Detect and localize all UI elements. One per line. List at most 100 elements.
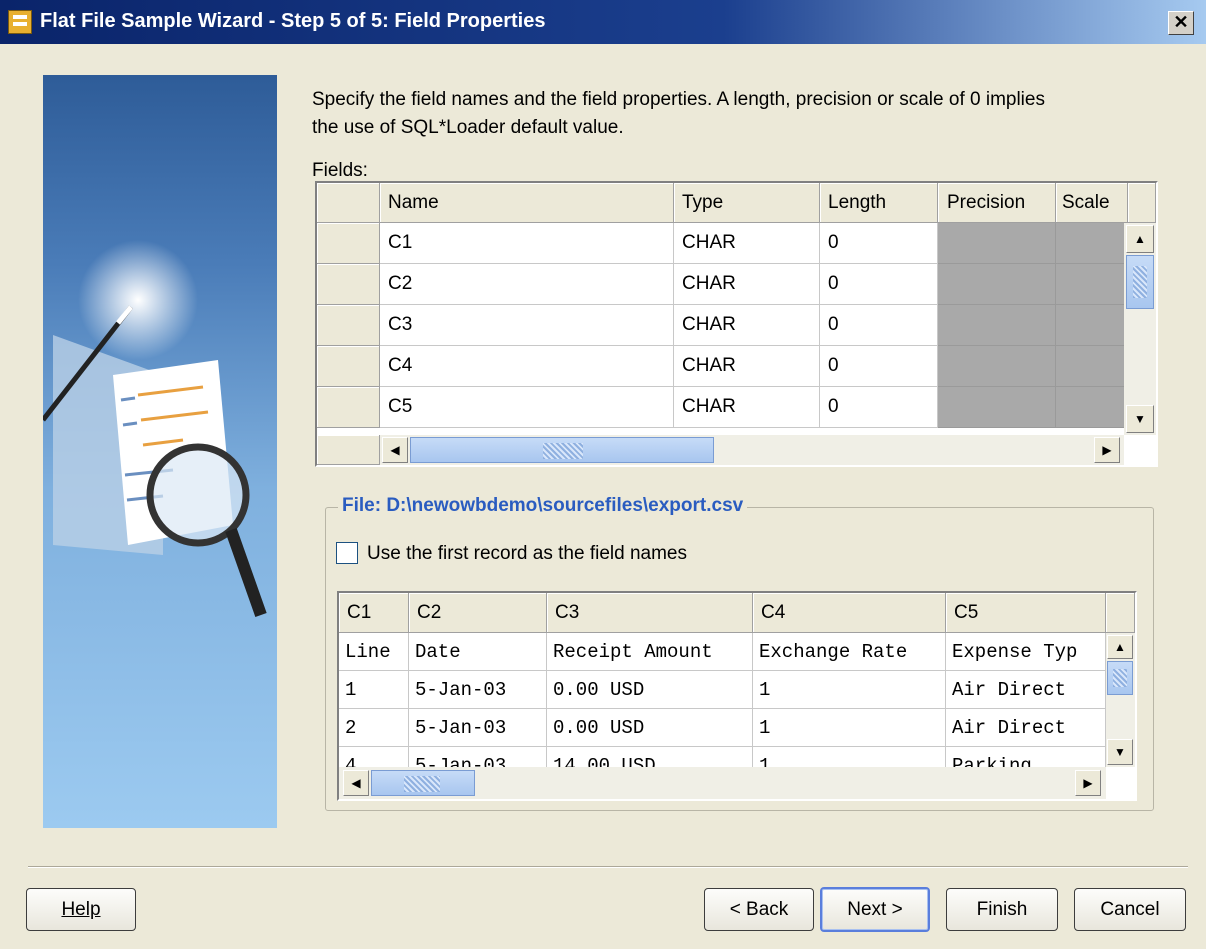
sample-cell[interactable]: Date (409, 633, 547, 671)
field-length-cell[interactable]: 0 (820, 223, 938, 264)
fields-horizontal-scrollbar[interactable]: ◀ ▶ (380, 435, 1124, 465)
field-name-cell[interactable]: C1 (380, 223, 674, 264)
field-scale-cell (1056, 346, 1124, 387)
scroll-down-button[interactable]: ▼ (1126, 405, 1154, 433)
column-header-length[interactable]: Length (820, 183, 938, 223)
field-precision-cell (938, 387, 1056, 428)
fields-vertical-scrollbar[interactable]: ▲ ▼ (1124, 223, 1156, 435)
sample-cell[interactable]: Receipt Amount (547, 633, 753, 671)
help-button[interactable]: Help (26, 888, 136, 931)
arrow-down-icon: ▼ (1114, 745, 1126, 759)
sample-cell[interactable]: 5-Jan-03 (409, 747, 547, 767)
sample-cell[interactable]: 1 (753, 709, 946, 747)
sample-cell[interactable]: 4 (339, 747, 409, 767)
sample-cell[interactable]: 1 (339, 671, 409, 709)
row-header-partial (317, 435, 380, 465)
field-type-cell[interactable]: CHAR (674, 346, 820, 387)
field-length-cell[interactable]: 0 (820, 387, 938, 428)
arrow-up-icon: ▲ (1114, 640, 1126, 654)
field-type-cell[interactable]: CHAR (674, 387, 820, 428)
back-button[interactable]: < Back (704, 888, 814, 931)
sample-cell[interactable]: Parking (946, 747, 1106, 767)
horizontal-scroll-thumb[interactable] (410, 437, 714, 463)
field-length-cell[interactable]: 0 (820, 346, 938, 387)
arrow-left-icon: ◀ (390, 443, 400, 457)
sample-cell[interactable]: 5-Jan-03 (409, 671, 547, 709)
close-button[interactable]: ✕ (1168, 11, 1194, 35)
field-length-cell[interactable]: 0 (820, 305, 938, 346)
row-header[interactable] (317, 387, 380, 428)
sample-cell[interactable]: 14.00 USD (547, 747, 753, 767)
field-type-cell[interactable]: CHAR (674, 223, 820, 264)
sample-cell[interactable]: 1 (753, 747, 946, 767)
field-precision-cell (938, 305, 1056, 346)
row-header[interactable] (317, 264, 380, 305)
sample-cell[interactable]: Line (339, 633, 409, 671)
scroll-up-button[interactable]: ▲ (1126, 225, 1154, 253)
sample-horizontal-scrollbar[interactable]: ◀ ▶ (339, 767, 1106, 799)
column-header-scale[interactable]: Scale (1056, 183, 1128, 223)
sample-column-header[interactable]: C4 (753, 593, 946, 633)
sample-column-header[interactable]: C3 (547, 593, 753, 633)
instructions-line-2: the use of SQL*Loader default value. (312, 117, 624, 138)
sample-cell[interactable]: 5-Jan-03 (409, 709, 547, 747)
arrow-up-icon: ▲ (1134, 232, 1146, 246)
row-header[interactable] (317, 346, 380, 387)
sample-cell[interactable]: Exchange Rate (753, 633, 946, 671)
fields-table[interactable]: Name Type Length Precision Scale C1 CHAR… (315, 181, 1158, 467)
field-scale-cell (1056, 305, 1124, 346)
thumb-grip-icon (543, 443, 583, 459)
scroll-down-button[interactable]: ▼ (1107, 739, 1133, 765)
finish-button[interactable]: Finish (946, 888, 1058, 931)
field-name-cell[interactable]: C5 (380, 387, 674, 428)
field-scale-cell (1056, 387, 1124, 428)
sample-cell[interactable]: 0.00 USD (547, 671, 753, 709)
field-length-cell[interactable]: 0 (820, 264, 938, 305)
scroll-right-button[interactable]: ▶ (1094, 437, 1120, 463)
help-button-label: Help (61, 899, 101, 920)
footer-separator (28, 866, 1188, 868)
file-group-title: File: D:\newowbdemo\sourcefiles\export.c… (338, 495, 748, 517)
fields-corner-header (317, 183, 380, 223)
arrow-right-icon: ▶ (1083, 776, 1093, 790)
scroll-up-button[interactable]: ▲ (1107, 635, 1133, 659)
thumb-grip-icon (1113, 669, 1127, 687)
cancel-button[interactable]: Cancel (1074, 888, 1186, 931)
sample-cell[interactable]: Air Direct (946, 671, 1106, 709)
column-header-name[interactable]: Name (380, 183, 674, 223)
sample-cell[interactable]: Expense Typ (946, 633, 1106, 671)
field-name-cell[interactable]: C2 (380, 264, 674, 305)
scroll-left-button[interactable]: ◀ (382, 437, 408, 463)
wizard-app-icon (8, 10, 32, 34)
sample-cell[interactable]: Air Direct (946, 709, 1106, 747)
sample-cell[interactable]: 1 (753, 671, 946, 709)
row-header[interactable] (317, 223, 380, 264)
row-header[interactable] (317, 305, 380, 346)
sample-cell[interactable]: 0.00 USD (547, 709, 753, 747)
sample-vertical-scrollbar[interactable]: ▲ ▼ (1106, 633, 1135, 767)
column-header-precision[interactable]: Precision (938, 183, 1056, 223)
horizontal-scroll-thumb[interactable] (371, 770, 475, 796)
first-record-label[interactable]: Use the first record as the field names (367, 543, 687, 565)
field-name-cell[interactable]: C3 (380, 305, 674, 346)
finish-button-label: Finish (976, 899, 1028, 920)
field-type-cell[interactable]: CHAR (674, 305, 820, 346)
scroll-right-button[interactable]: ▶ (1075, 770, 1101, 796)
field-type-cell[interactable]: CHAR (674, 264, 820, 305)
scroll-left-button[interactable]: ◀ (343, 770, 369, 796)
field-name-cell[interactable]: C4 (380, 346, 674, 387)
sample-column-header[interactable]: C2 (409, 593, 547, 633)
sample-data-table[interactable]: C1 C2 C3 C4 C5 Line Date Receipt Amount … (337, 591, 1137, 801)
vertical-scroll-thumb[interactable] (1126, 255, 1154, 309)
close-icon: ✕ (1173, 12, 1189, 32)
sample-column-header[interactable]: C5 (946, 593, 1106, 633)
vertical-scroll-thumb[interactable] (1107, 661, 1133, 695)
field-scale-cell (1056, 223, 1124, 264)
first-record-checkbox[interactable] (336, 542, 358, 564)
title-bar[interactable]: Flat File Sample Wizard - Step 5 of 5: F… (0, 0, 1206, 44)
column-header-type[interactable]: Type (674, 183, 820, 223)
sample-cell[interactable]: 2 (339, 709, 409, 747)
next-button[interactable]: Next > (820, 887, 930, 932)
sample-column-header[interactable]: C1 (339, 593, 409, 633)
fields-label: Fields: (312, 160, 368, 181)
